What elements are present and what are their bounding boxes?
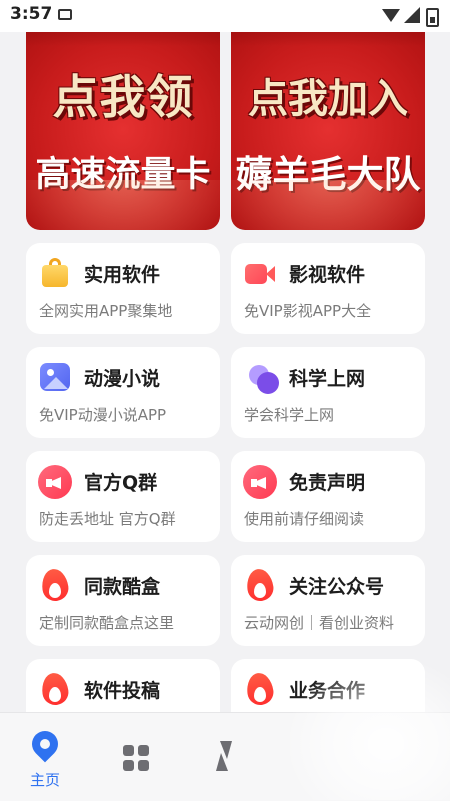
battery-icon	[426, 8, 439, 27]
wifi-icon	[382, 9, 400, 22]
card-title: 软件投稿	[84, 680, 161, 702]
card-subtitle: 免VIP动漫小说APP	[39, 406, 167, 424]
card-subtitle: 免VIP影视APP大全	[244, 302, 372, 320]
status-bar: 3:57	[0, 0, 450, 32]
video-camera-icon	[245, 264, 267, 284]
card-title: 影视软件	[289, 264, 366, 286]
banner-join-group[interactable]: 点我加入 薅羊毛大队	[231, 6, 425, 230]
grid-apps-icon[interactable]	[123, 745, 149, 771]
video-camera-icon-lens	[266, 266, 275, 282]
banner-traffic-card[interactable]: 点我领 高速流量卡	[26, 6, 220, 230]
card-science-internet[interactable]: 科学上网 学会科学上网	[231, 347, 425, 438]
card-title: 动漫小说	[84, 368, 161, 390]
grid-cell	[138, 760, 149, 771]
nav-tab-home[interactable]: 主页	[26, 725, 64, 789]
card-disclaimer[interactable]: 免责声明 使用前请仔细阅读	[231, 451, 425, 542]
megaphone-icon-handle	[46, 479, 52, 487]
card-useful-software[interactable]: 实用软件 全网实用APP聚集地	[26, 243, 220, 334]
megaphone-icon-handle	[251, 479, 257, 487]
banner-headline: 点我领	[52, 70, 194, 124]
image-notification-icon	[58, 9, 72, 20]
card-follow-official-account[interactable]: 关注公众号 云动网创｜看创业资料	[231, 555, 425, 646]
card-title: 关注公众号	[289, 576, 385, 598]
lightning-icon[interactable]	[214, 741, 234, 773]
card-title: 科学上网	[289, 368, 366, 390]
flame-icon-core	[254, 583, 266, 598]
card-video-software[interactable]: 影视软件 免VIP影视APP大全	[231, 243, 425, 334]
signal-icon	[404, 7, 420, 23]
status-time: 3:57	[10, 4, 53, 24]
card-anime-novel[interactable]: 动漫小说 免VIP动漫小说APP	[26, 347, 220, 438]
card-subtitle: 学会科学上网	[244, 406, 335, 424]
card-subtitle: 云动网创｜看创业资料	[244, 614, 395, 632]
home-location-icon-hole	[40, 739, 50, 749]
banner-glow	[231, 180, 425, 230]
card-same-kubox[interactable]: 同款酷盒 定制同款酷盒点这里	[26, 555, 220, 646]
card-title: 业务合作	[289, 680, 366, 702]
picture-icon-mountain	[44, 377, 68, 389]
banner-glow	[26, 180, 220, 230]
grid-cell	[123, 745, 134, 756]
flame-icon-core	[49, 583, 61, 598]
card-subtitle: 全网实用APP聚集地	[39, 302, 173, 320]
card-official-qq-group[interactable]: 官方Q群 防走丢地址 官方Q群	[26, 451, 220, 542]
shopping-bag-icon	[42, 265, 68, 287]
card-title: 实用软件	[84, 264, 161, 286]
card-title: 免责声明	[289, 472, 366, 494]
card-subtitle: 防走丢地址 官方Q群	[39, 510, 176, 528]
picture-icon-sun	[47, 369, 54, 376]
flame-icon-core	[254, 687, 266, 702]
flame-icon-core	[49, 687, 61, 702]
nav-home-label: 主页	[29, 771, 60, 789]
status-indicators	[382, 7, 442, 27]
lightning-icon-bottom	[216, 753, 228, 771]
bottom-nav: 主页	[0, 712, 450, 801]
grid-cell	[138, 745, 149, 756]
card-subtitle: 定制同款酷盒点这里	[39, 614, 175, 632]
card-title: 同款酷盒	[84, 576, 161, 598]
grid-cell	[123, 760, 134, 771]
banner-headline: 点我加入	[248, 76, 408, 122]
card-subtitle: 使用前请仔细阅读	[244, 510, 365, 528]
bubbles-icon-front	[257, 372, 279, 394]
card-title: 官方Q群	[84, 472, 158, 494]
